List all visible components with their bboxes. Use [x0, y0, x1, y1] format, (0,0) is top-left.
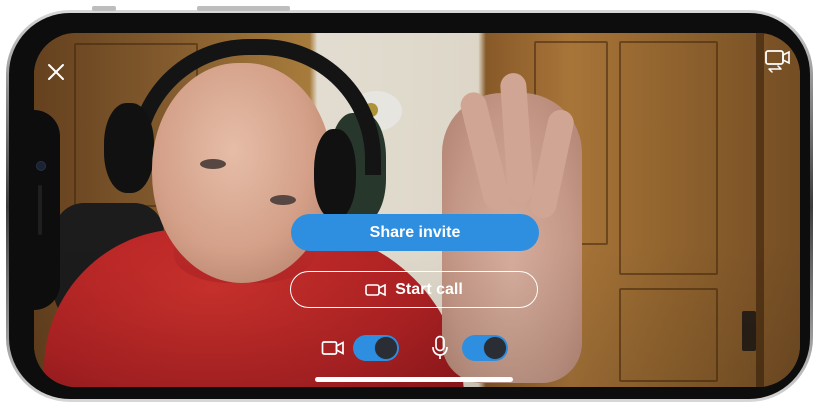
switch-camera-icon — [765, 50, 790, 73]
video-camera-icon — [321, 341, 344, 355]
phone-volume-button — [197, 6, 290, 11]
camera-preview — [34, 33, 800, 387]
toggle-knob — [484, 337, 506, 359]
close-button[interactable] — [44, 60, 68, 84]
phone-speaker — [38, 185, 42, 235]
toggle-knob — [375, 337, 397, 359]
video-call-icon — [365, 283, 387, 296]
start-call-button[interactable]: Start call — [290, 271, 538, 308]
microphone-icon — [432, 335, 448, 359]
front-camera — [37, 162, 45, 170]
switch-camera-button[interactable] — [764, 48, 792, 74]
mic-toggle[interactable] — [462, 335, 508, 361]
video-shade — [34, 33, 800, 387]
share-invite-button[interactable]: Share invite — [291, 214, 539, 251]
home-indicator[interactable] — [315, 377, 513, 382]
video-toggle[interactable] — [353, 335, 399, 361]
phone-mute-switch — [92, 6, 116, 11]
start-call-label: Start call — [395, 280, 463, 298]
close-icon — [48, 64, 64, 80]
